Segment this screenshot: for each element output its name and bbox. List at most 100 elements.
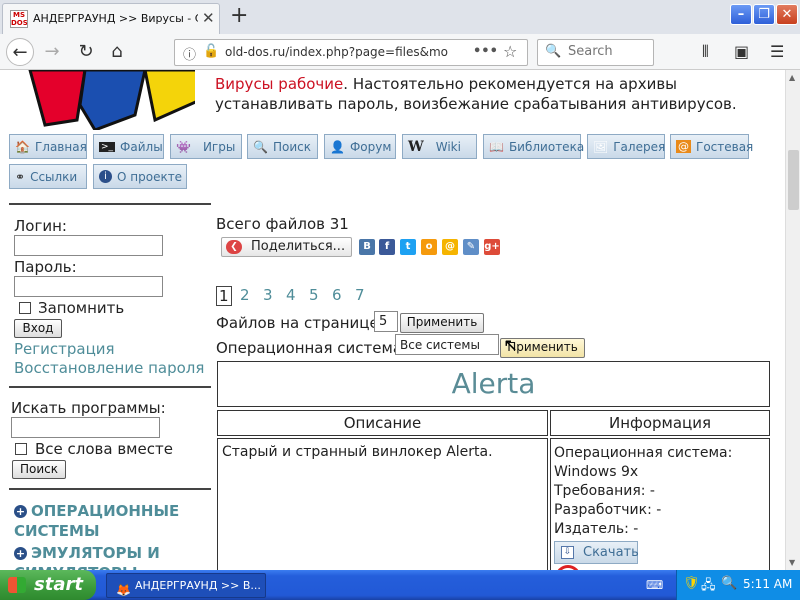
info-developer: Разработчик: -	[554, 502, 662, 518]
expand-plus-icon: +	[14, 547, 27, 560]
col-description: Описание	[217, 410, 548, 436]
home-nav-icon[interactable]: ⌂	[103, 38, 131, 66]
tab-title: АНДЕРГРАУНД >> Вирусы - Ста	[33, 12, 198, 25]
login-input[interactable]	[14, 235, 163, 256]
url-text[interactable]: old-dos.ru/index.php?page=files&mo	[225, 45, 455, 59]
menu-wiki-label: Wiki	[435, 139, 461, 154]
mailru-icon[interactable]: @	[442, 239, 458, 255]
menu-guestbook-label: Гостевая	[696, 139, 754, 154]
password-input[interactable]	[14, 276, 163, 297]
terminal-icon: >_	[99, 141, 116, 152]
restore-password-link[interactable]: Восстановление пароля	[14, 359, 204, 377]
googleplus-icon[interactable]: g+	[484, 239, 500, 255]
menu-guestbook[interactable]: @ Гостевая	[670, 134, 753, 159]
page-scrollbar[interactable]: ▲ ▼	[785, 70, 800, 570]
search-field[interactable]: 🔍	[537, 39, 654, 66]
page-3[interactable]: 3	[263, 286, 273, 304]
livejournal-icon[interactable]: ✎	[463, 239, 479, 255]
scroll-down-icon[interactable]: ▼	[789, 558, 795, 567]
page-2[interactable]: 2	[240, 286, 250, 304]
wiki-icon: W	[408, 138, 424, 155]
share-icon: ❮	[226, 240, 242, 254]
menu-library[interactable]: 📖 Библиотека	[483, 134, 584, 159]
back-icon[interactable]: ←	[6, 38, 34, 66]
shield-icon[interactable]: 🛡	[683, 576, 700, 591]
login-button[interactable]: Вход	[14, 319, 62, 338]
vk-icon[interactable]: B	[359, 239, 375, 255]
invader-icon: 👾	[176, 139, 191, 154]
register-link[interactable]: Регистрация	[14, 340, 115, 358]
page-7[interactable]: 7	[355, 286, 365, 304]
description-cell: Старый и странный винлокер Alerta.	[217, 438, 548, 570]
download-button[interactable]: ⇩ Скачать	[554, 541, 639, 564]
info-os-value: Windows 9x	[554, 464, 639, 480]
menu-wiki[interactable]: W Wiki	[402, 134, 477, 159]
search-programs-label: Искать программы:	[11, 399, 166, 417]
file-title[interactable]: Alerta	[218, 362, 769, 406]
minimize-button[interactable]: –	[730, 4, 752, 25]
menu-files[interactable]: >_ Файлы	[93, 134, 164, 159]
apply-per-page-button[interactable]: Применить	[400, 313, 484, 333]
keyboard-icon[interactable]: ⌨	[646, 578, 663, 592]
sidebar-toggle-icon[interactable]: ▣	[734, 42, 749, 61]
clock[interactable]: 5:11 AM	[743, 577, 792, 591]
close-tab-icon[interactable]: ✕	[202, 9, 215, 27]
search-programs-input[interactable]	[11, 417, 160, 438]
new-tab-icon[interactable]: +	[230, 3, 248, 29]
windows-flag-icon	[8, 577, 26, 593]
menu-forum[interactable]: 👤 Форум	[324, 134, 396, 159]
menu-links[interactable]: ⚭ Ссылки	[9, 164, 87, 189]
menu-search-label: Поиск	[272, 139, 311, 154]
per-page-input[interactable]: 5	[374, 311, 398, 332]
search-tray-icon[interactable]: 🔍	[721, 576, 737, 591]
bookmark-star-icon[interactable]: ☆	[503, 42, 517, 61]
facebook-icon[interactable]: f	[379, 239, 395, 255]
start-button[interactable]: start	[0, 570, 96, 600]
menu-home[interactable]: 🏠 Главная	[9, 134, 87, 159]
search-programs-button[interactable]: Поиск	[12, 460, 66, 479]
window-close-button[interactable]: ✕	[776, 4, 798, 25]
site-logo	[28, 70, 195, 130]
link-icon: ⚭	[15, 169, 26, 184]
user-icon: 👤	[330, 139, 345, 154]
page-5[interactable]: 5	[309, 286, 319, 304]
address-bar[interactable]: ⓘ 🔓 old-dos.ru/index.php?page=files&mo •…	[174, 39, 528, 66]
info-circle-icon[interactable]: ⓘ	[183, 44, 196, 63]
search-input[interactable]	[568, 44, 648, 59]
reload-icon[interactable]: ↻	[72, 38, 100, 66]
all-words-label: Все слова вместе	[35, 440, 173, 458]
page-6[interactable]: 6	[332, 286, 342, 304]
menu-gallery-label: Галерея	[613, 139, 666, 154]
menu-about[interactable]: i О проекте	[93, 164, 187, 189]
odnoklassniki-icon[interactable]: o	[421, 239, 437, 255]
maximize-button[interactable]: ❐	[753, 4, 775, 25]
page-actions-icon[interactable]: •••	[473, 44, 498, 59]
info-cell: Операционная система: Windows 9x Требова…	[550, 438, 770, 570]
info-publisher: Издатель: -	[554, 521, 639, 537]
insecure-lock-icon[interactable]: 🔓	[203, 44, 219, 59]
scrollbar-thumb[interactable]	[788, 150, 799, 210]
category-emulators[interactable]: +ЭМУЛЯТОРЫ И СИМУЛЯТОРЫ	[14, 543, 204, 570]
network-icon[interactable]: 🖧	[701, 576, 716, 598]
remember-checkbox[interactable]	[19, 302, 31, 314]
share-button[interactable]: ❮ Поделиться...	[221, 237, 352, 257]
menu-search[interactable]: 🔍 Поиск	[247, 134, 318, 159]
scroll-up-icon[interactable]: ▲	[789, 73, 795, 82]
hamburger-menu-icon[interactable]: ☰	[770, 42, 784, 61]
site-favicon-icon: MS DOS	[10, 10, 28, 28]
category-emulators-label: ЭМУЛЯТОРЫ И СИМУЛЯТОРЫ	[14, 544, 160, 570]
taskbar-browser-task[interactable]: 🦊 АНДЕРГРАУНД >> В...	[106, 573, 266, 598]
menu-games[interactable]: 👾 Игры	[170, 134, 242, 159]
mouse-cursor-icon: ↖	[503, 335, 519, 356]
page-4[interactable]: 4	[286, 286, 296, 304]
forward-icon[interactable]: →	[38, 38, 66, 66]
page-1[interactable]: 1	[216, 286, 232, 306]
menu-gallery[interactable]: 🖼 Галерея	[587, 134, 665, 159]
browser-tab[interactable]: MS DOS АНДЕРГРАУНД >> Вирусы - Ста ✕	[2, 3, 220, 34]
twitter-icon[interactable]: t	[400, 239, 416, 255]
windows-taskbar: start 🦊 АНДЕРГРАУНД >> В... ⌨ 🛡 🖧 🔍 5:11…	[0, 570, 800, 600]
all-words-checkbox[interactable]	[15, 443, 27, 455]
library-icon[interactable]: ⫴	[702, 42, 709, 62]
os-select[interactable]: Все системы	[395, 334, 499, 355]
category-os[interactable]: + ОПЕРАЦИОННЫЕ СИСТЕМЫ	[14, 501, 204, 541]
